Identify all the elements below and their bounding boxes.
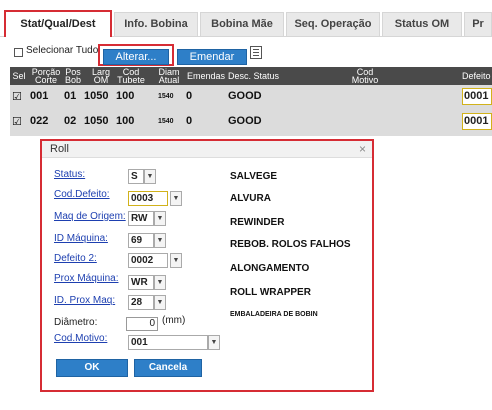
table-row[interactable]: ☑ 001 01 1050 100 1540 0 GOOD 0001	[10, 85, 492, 110]
cell-porcao: 001	[30, 90, 49, 102]
tab-info-bobina[interactable]: Info. Bobina	[114, 12, 198, 36]
id-prox-maq-desc: EMBALADEIRA DE BOBIN	[230, 311, 318, 318]
col-cod-tubete[interactable]: Cod Tubete	[114, 67, 148, 85]
chevron-down-icon[interactable]: ▼	[154, 211, 166, 226]
grid-header: Sel Porção Corte Pos Bob Larg OM Cod Tub…	[10, 67, 492, 85]
grid-body: ☑ 001 01 1050 100 1540 0 GOOD 0001 ☑ 022…	[10, 85, 492, 136]
dialog-title: Roll	[50, 143, 69, 155]
cell-larg: 1050	[84, 90, 109, 102]
diametro-unit: (mm)	[162, 315, 186, 326]
cell-emendas: 0	[186, 115, 193, 127]
id-maquina-select[interactable]: 69	[128, 233, 154, 248]
diametro-input[interactable]: 0	[126, 317, 158, 331]
cell-tubete: 100	[116, 90, 135, 102]
cell-emendas: 0	[186, 90, 193, 102]
cell-diam: 1540	[158, 93, 174, 100]
maq-origem-desc: REWINDER	[230, 217, 285, 228]
cell-pos: 01	[64, 90, 77, 102]
defeito-2-select[interactable]: 0002	[128, 253, 168, 268]
col-porcao-corte[interactable]: Porção Corte	[30, 67, 62, 85]
cell-status: GOOD	[228, 115, 262, 127]
tab-partial[interactable]: Pr	[464, 12, 492, 36]
tab-stat-qual-dest[interactable]: Stat/Qual/Dest	[4, 10, 112, 37]
col-desc-status[interactable]: Desc. Status	[226, 67, 296, 85]
emendar-button[interactable]: Emendar	[177, 49, 247, 65]
status-label[interactable]: Status:	[54, 169, 85, 180]
row-select-checkbox[interactable]: ☑	[12, 115, 22, 128]
cell-status: GOOD	[228, 90, 262, 102]
cell-porcao: 022	[30, 115, 49, 127]
cod-defeito-select[interactable]: 0003	[128, 191, 168, 206]
id-maquina-label[interactable]: ID Máquina:	[54, 233, 108, 244]
tab-bar: Stat/Qual/Dest Info. Bobina Bobina Mãe S…	[0, 0, 492, 37]
cell-defeito[interactable]: 0001	[462, 113, 492, 130]
col-cod-motivo[interactable]: Cod Motivo	[348, 67, 382, 85]
cod-defeito-desc: ALVURA	[230, 193, 271, 204]
maq-origem-select[interactable]: RW	[128, 211, 154, 226]
cod-motivo-label[interactable]: Cod.Motivo:	[54, 333, 107, 344]
diametro-label: Diâmetro:	[54, 317, 98, 328]
id-maquina-desc: REBOB. ROLOS FALHOS	[230, 239, 351, 250]
cod-motivo-select[interactable]: 001	[128, 335, 208, 350]
defeito-2-desc: ALONGAMENTO	[230, 263, 310, 274]
cancel-button[interactable]: Cancela	[134, 359, 202, 377]
col-sel[interactable]: Sel	[10, 67, 28, 85]
chevron-down-icon[interactable]: ▼	[154, 295, 166, 310]
chevron-down-icon[interactable]: ▼	[154, 275, 166, 290]
alterar-button[interactable]: Alterar...	[103, 49, 169, 65]
col-diam-atual[interactable]: Diam Atual	[156, 67, 182, 85]
id-prox-maq-select[interactable]: 28	[128, 295, 154, 310]
chevron-down-icon[interactable]: ▼	[144, 169, 156, 184]
id-prox-maq-label[interactable]: ID. Prox Maq:	[54, 295, 115, 306]
cell-defeito[interactable]: 0001	[462, 88, 492, 105]
prox-maquina-select[interactable]: WR	[128, 275, 154, 290]
col-pos-bob[interactable]: Pos Bob	[62, 67, 84, 85]
excel-export-icon[interactable]	[250, 46, 262, 59]
chevron-down-icon[interactable]: ▼	[154, 233, 166, 248]
table-row[interactable]: ☑ 022 02 1050 100 1540 0 GOOD 0001	[10, 110, 492, 135]
cell-diam: 1540	[158, 118, 174, 125]
close-icon[interactable]: ×	[359, 142, 366, 156]
chevron-down-icon[interactable]: ▼	[170, 191, 182, 206]
prox-maquina-label[interactable]: Prox Máquina:	[54, 273, 118, 284]
cell-tubete: 100	[116, 115, 135, 127]
cell-larg: 1050	[84, 115, 109, 127]
row-select-checkbox[interactable]: ☑	[12, 90, 22, 103]
select-all-label: Selecionar Tudo	[26, 45, 99, 56]
select-all-checkbox[interactable]	[14, 48, 23, 57]
tab-seq-operacao[interactable]: Seq. Operação	[286, 12, 380, 36]
cell-pos: 02	[64, 115, 77, 127]
defeito-2-label[interactable]: Defeito 2:	[54, 253, 97, 264]
dialog-titlebar[interactable]: Roll ×	[42, 141, 372, 158]
chevron-down-icon[interactable]: ▼	[170, 253, 182, 268]
col-larg-om[interactable]: Larg OM	[90, 67, 112, 85]
tab-bobina-mae[interactable]: Bobina Mãe	[200, 12, 284, 36]
col-defeito[interactable]: Defeito	[460, 67, 492, 85]
chevron-down-icon[interactable]: ▼	[208, 335, 220, 350]
roll-dialog: Roll × Status: S ▼ SALVEGE Cod.Defeito: …	[40, 139, 374, 392]
maq-origem-label[interactable]: Maq de Origem:	[54, 211, 126, 222]
col-emendas[interactable]: Emendas	[184, 67, 228, 85]
status-desc: SALVEGE	[230, 171, 278, 182]
status-select[interactable]: S	[128, 169, 144, 184]
ok-button[interactable]: OK	[56, 359, 128, 377]
prox-maquina-desc: ROLL WRAPPER	[230, 287, 311, 298]
cod-defeito-label[interactable]: Cod.Defeito:	[54, 189, 110, 200]
tab-status-om[interactable]: Status OM	[382, 12, 462, 36]
